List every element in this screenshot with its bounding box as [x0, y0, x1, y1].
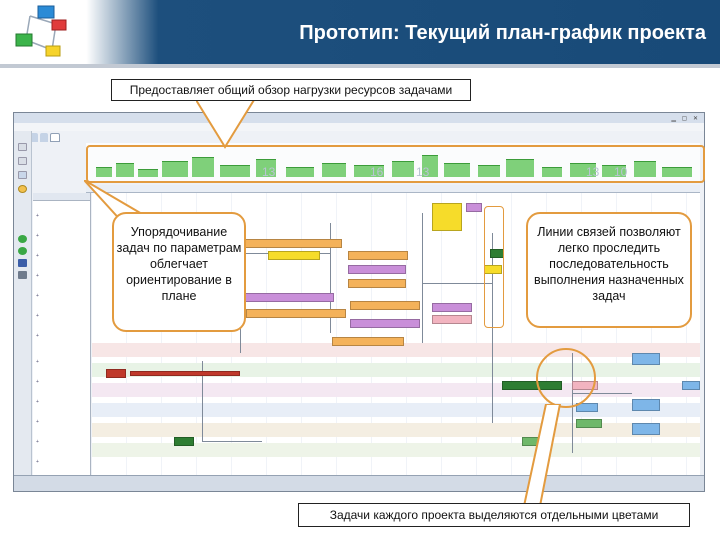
- task-bar[interactable]: [348, 251, 408, 260]
- task-bar[interactable]: [466, 203, 482, 212]
- gear-icon[interactable]: [18, 185, 27, 193]
- expand-icon[interactable]: +: [36, 233, 39, 239]
- histogram-highlight: [86, 145, 705, 183]
- links-highlight: [484, 206, 504, 328]
- task-bar[interactable]: [106, 369, 126, 378]
- left-toolbar: [14, 131, 32, 476]
- expand-icon[interactable]: +: [36, 293, 39, 299]
- colors-highlight: [536, 348, 596, 408]
- lane: [92, 423, 700, 437]
- expand-icon[interactable]: +: [36, 273, 39, 279]
- task-bar[interactable]: [632, 399, 660, 411]
- task-bar[interactable]: [350, 301, 420, 310]
- task-list: + + + + + + + + + + + + +: [33, 193, 91, 476]
- task-bar[interactable]: [332, 337, 404, 346]
- task-list-header: [33, 193, 90, 201]
- save-icon[interactable]: [18, 259, 27, 267]
- callout-resource-load: Предоставляет общий обзор нагрузки ресур…: [111, 79, 471, 101]
- task-bar[interactable]: [130, 371, 240, 376]
- task-bar[interactable]: [348, 279, 406, 288]
- task-bar[interactable]: [432, 315, 472, 324]
- layers-icon[interactable]: [18, 171, 27, 179]
- task-bar[interactable]: [432, 203, 462, 231]
- task-bar[interactable]: [242, 293, 334, 302]
- callout-links: Линии связей позволяют легко проследить …: [526, 212, 692, 328]
- link-line: [422, 283, 492, 284]
- expand-icon[interactable]: +: [36, 439, 39, 445]
- check-icon[interactable]: [18, 143, 27, 151]
- expand-icon[interactable]: +: [36, 213, 39, 219]
- header-divider: [0, 64, 720, 68]
- lane: [92, 403, 700, 417]
- task-bar[interactable]: [432, 303, 472, 312]
- task-bar[interactable]: [632, 353, 660, 365]
- task-bar[interactable]: [576, 419, 602, 428]
- task-bar[interactable]: [174, 437, 194, 446]
- expand-icon[interactable]: +: [36, 419, 39, 425]
- task-bar[interactable]: [350, 319, 420, 328]
- window-titlebar: ▁ ▢ ✕: [14, 113, 704, 123]
- task-bar[interactable]: [268, 251, 320, 260]
- task-bar[interactable]: [246, 309, 346, 318]
- task-bar[interactable]: [682, 381, 700, 390]
- arrow-right-icon[interactable]: [18, 247, 27, 255]
- callout-colors: Задачи каждого проекта выделяются отдель…: [298, 503, 690, 527]
- expand-icon[interactable]: +: [36, 459, 39, 465]
- menu-bar: [14, 123, 704, 131]
- callout-ordering: Упорядочивание задач по параметрам облег…: [112, 212, 246, 332]
- expand-icon[interactable]: +: [36, 333, 39, 339]
- link-line: [422, 213, 423, 343]
- timeline-header: [86, 185, 700, 193]
- callout-pointer: [522, 404, 562, 507]
- tab-3[interactable]: [40, 133, 48, 142]
- expand-icon[interactable]: +: [36, 379, 39, 385]
- tool-icon[interactable]: [18, 157, 27, 165]
- task-bar[interactable]: [632, 423, 660, 435]
- expand-icon[interactable]: +: [36, 253, 39, 259]
- task-bar[interactable]: [348, 265, 406, 274]
- expand-icon[interactable]: +: [36, 359, 39, 365]
- status-bar: [14, 475, 704, 491]
- expand-icon[interactable]: +: [36, 313, 39, 319]
- slide-header: Прототип: Текущий план-график проекта: [0, 0, 720, 64]
- page-title: Прототип: Текущий план-график проекта: [299, 22, 706, 44]
- print-icon[interactable]: [18, 271, 27, 279]
- logo-boxes-icon: [15, 5, 67, 57]
- arrow-left-icon[interactable]: [18, 235, 27, 243]
- callout-pointer: [196, 100, 256, 149]
- expand-icon[interactable]: +: [36, 399, 39, 405]
- link-line: [202, 441, 262, 442]
- lane: [92, 383, 700, 397]
- tab-4[interactable]: [50, 133, 60, 142]
